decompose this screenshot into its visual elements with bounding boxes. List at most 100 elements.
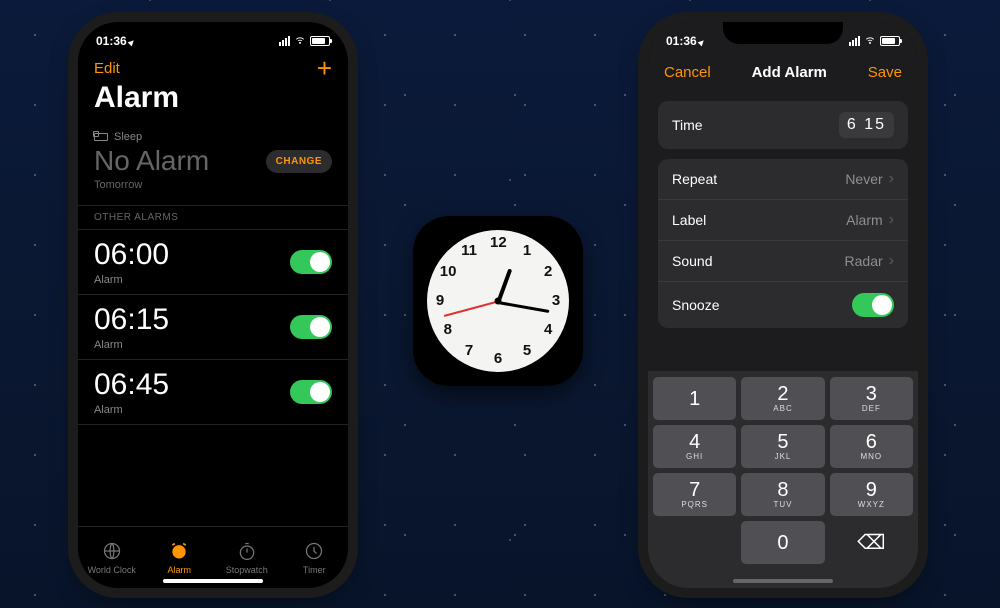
clock-number: 4 (540, 321, 556, 338)
key-number: 0 (777, 533, 788, 553)
chevron-right-icon: › (889, 170, 894, 188)
alarm-row[interactable]: 06:00 Alarm (78, 230, 348, 295)
clock-number: 6 (490, 350, 506, 367)
backspace-icon: ⌫ (857, 530, 885, 555)
tab-label: Stopwatch (226, 565, 268, 575)
key-number: 1 (689, 389, 700, 409)
key-5[interactable]: 5JKL (741, 425, 824, 468)
battery-icon (880, 36, 900, 46)
alarm-time: 06:45 (94, 368, 169, 402)
add-alarm-screen: 01:36▴ Cancel Add Alarm Save Time 6 15 R… (648, 22, 918, 588)
alarm-label: Alarm (94, 274, 169, 286)
status-time: 01:36▴ (96, 34, 134, 48)
page-title: Alarm (78, 81, 348, 125)
bed-icon (94, 133, 108, 141)
globe-icon (101, 540, 123, 562)
tab-world-clock[interactable]: World Clock (78, 527, 146, 588)
timer-icon (303, 540, 325, 562)
repeat-cell[interactable]: Repeat Never› (658, 159, 908, 200)
status-right (279, 36, 330, 46)
key-number: 8 (777, 480, 788, 500)
tab-timer[interactable]: Timer (281, 527, 349, 588)
key-letters: DEF (862, 404, 881, 413)
clock-number: 2 (540, 263, 556, 280)
key-number: 3 (866, 384, 877, 404)
key-letters: TUV (773, 500, 792, 509)
alarm-toggle[interactable] (290, 380, 332, 404)
key-number: 7 (689, 480, 700, 500)
minute-hand (498, 301, 550, 313)
key-0[interactable]: 0 (741, 521, 824, 564)
label-cell[interactable]: Label Alarm› (658, 200, 908, 241)
notch (723, 22, 843, 44)
time-label: Time (672, 117, 703, 133)
alarm-time: 06:15 (94, 303, 169, 337)
time-cell-group: Time 6 15 (658, 101, 908, 149)
alarm-toggle[interactable] (290, 315, 332, 339)
alarm-toggle[interactable] (290, 250, 332, 274)
clock-app-icon: 121234567891011 (413, 216, 583, 386)
key-3[interactable]: 3DEF (830, 377, 913, 420)
edit-button[interactable]: Edit (94, 60, 120, 77)
location-icon: ▴ (126, 37, 137, 48)
status-time: 01:36▴ (666, 34, 704, 48)
key-9[interactable]: 9WXYZ (830, 473, 913, 516)
key-6[interactable]: 6MNO (830, 425, 913, 468)
tab-label: Alarm (167, 565, 191, 575)
clock-number: 8 (440, 321, 456, 338)
key-2[interactable]: 2ABC (741, 377, 824, 420)
snooze-cell: Snooze (658, 282, 908, 328)
battery-icon (310, 36, 330, 46)
modal-title: Add Alarm (752, 64, 827, 81)
delete-key[interactable]: ⌫ (830, 521, 913, 564)
key-number: 9 (866, 480, 877, 500)
status-right (849, 36, 900, 46)
snooze-toggle[interactable] (852, 293, 894, 317)
clock-face: 121234567891011 (427, 230, 569, 372)
key-1[interactable]: 1 (653, 377, 736, 420)
clock-number: 10 (440, 263, 456, 280)
stopwatch-icon (236, 540, 258, 562)
chevron-right-icon: › (889, 252, 894, 270)
notch (153, 22, 273, 44)
key-number: 2 (777, 384, 788, 404)
key-number: 4 (689, 432, 700, 452)
clock-number: 9 (432, 292, 448, 309)
add-alarm-button[interactable]: + (317, 62, 332, 75)
key-4[interactable]: 4GHI (653, 425, 736, 468)
clock-number: 7 (461, 342, 477, 359)
key-7[interactable]: 7PQRS (653, 473, 736, 516)
home-indicator[interactable] (163, 579, 263, 583)
location-icon: ▴ (696, 37, 707, 48)
alarm-icon (168, 540, 190, 562)
key-number: 6 (866, 432, 877, 452)
cancel-button[interactable]: Cancel (664, 64, 711, 81)
sleep-label: Sleep (114, 131, 142, 143)
key-letters: PQRS (681, 500, 708, 509)
save-button[interactable]: Save (868, 64, 902, 81)
alarm-time: 06:00 (94, 238, 169, 272)
clock-pivot (495, 298, 502, 305)
alarm-label: Alarm (94, 404, 169, 416)
cell-value: Never› (845, 170, 894, 188)
sleep-section-header: Sleep (78, 125, 348, 145)
key-8[interactable]: 8TUV (741, 473, 824, 516)
other-alarms-header: OTHER ALARMS (78, 205, 348, 230)
cell-label: Label (672, 212, 706, 228)
sound-cell[interactable]: Sound Radar› (658, 241, 908, 282)
wifi-icon (864, 36, 876, 46)
navbar: Edit + (78, 60, 348, 81)
alarm-list: 06:00 Alarm 06:15Alarm 06:45 Alarm (78, 230, 348, 425)
change-button[interactable]: CHANGE (266, 150, 332, 173)
options-cell-group: Repeat Never› Label Alarm› Sound Radar› … (658, 159, 908, 328)
key-blank (653, 521, 736, 564)
home-indicator[interactable] (733, 579, 833, 583)
alarm-row[interactable]: 06:15Alarm (78, 295, 348, 360)
cell-label: Repeat (672, 171, 717, 187)
alarm-row[interactable]: 06:45 Alarm (78, 360, 348, 425)
time-value[interactable]: 6 15 (839, 112, 894, 138)
clock-number: 12 (490, 234, 506, 251)
tab-label: World Clock (88, 565, 136, 575)
time-cell[interactable]: Time 6 15 (658, 101, 908, 149)
clock-number: 3 (548, 292, 564, 309)
